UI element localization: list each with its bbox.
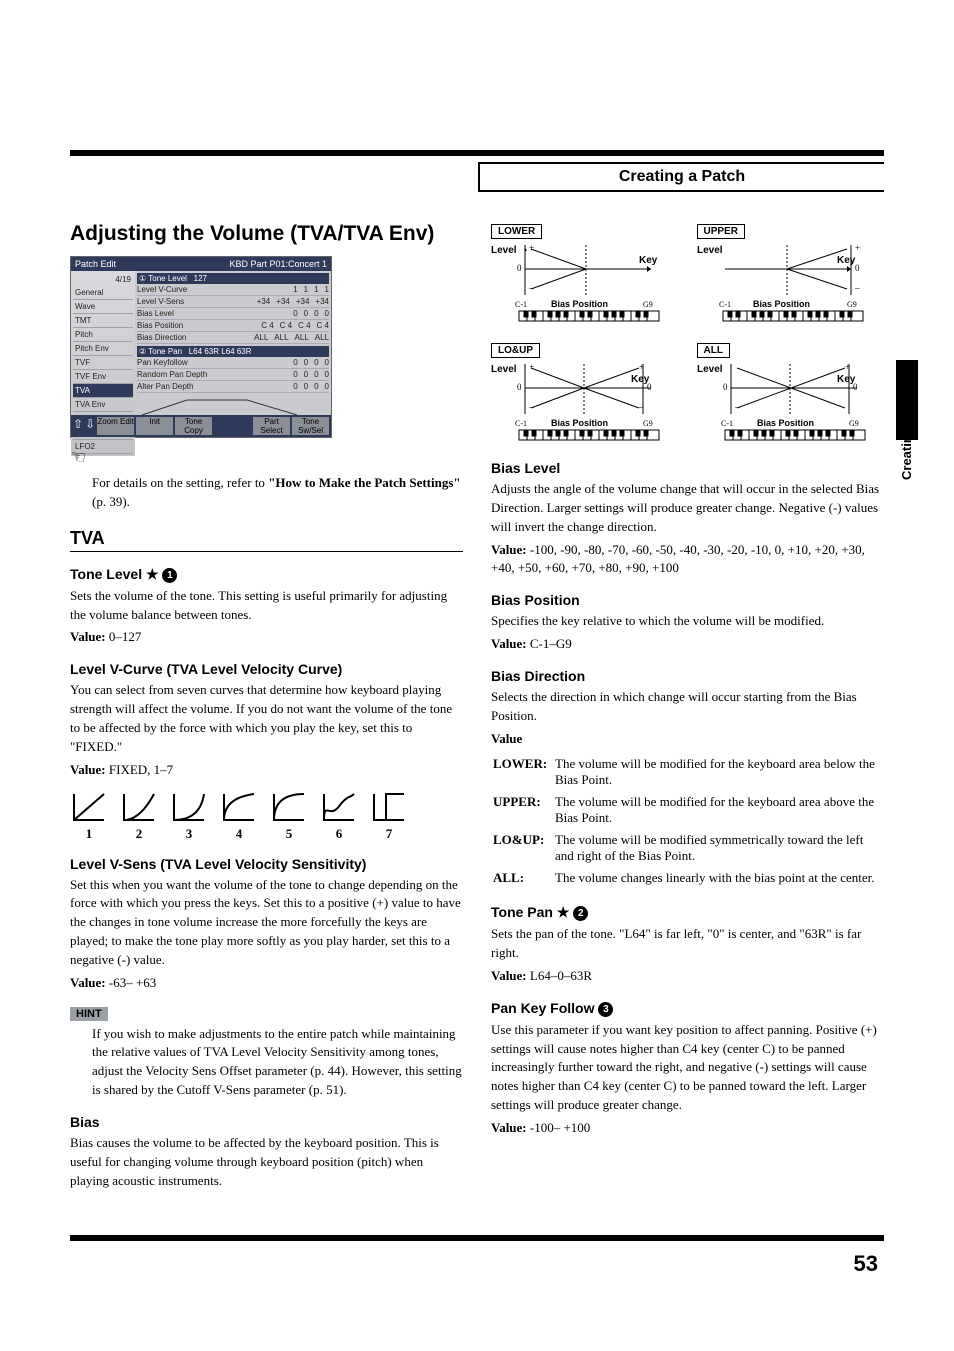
bias-direction-body: Selects the direction in which change wi… (491, 688, 884, 726)
header-title: Creating a Patch (478, 162, 884, 192)
side-tab: Creating a Patch (896, 280, 922, 480)
lvcurve-heading: Level V-Curve (TVA Level Velocity Curve) (70, 661, 463, 677)
tone-level-body: Sets the volume of the tone. This settin… (70, 587, 463, 625)
svg-text:0: 0 (855, 263, 860, 273)
svg-text:Level: Level (491, 364, 517, 375)
svg-text:Key: Key (639, 255, 658, 266)
pan-kf-body: Use this parameter if you want key posit… (491, 1021, 884, 1115)
bias-direction-heading: Bias Direction (491, 668, 884, 684)
bias-position-body: Specifies the key relative to which the … (491, 612, 884, 631)
bias-diagrams: LOWER Level + 0 – Key C-1 (491, 222, 884, 442)
svg-text:C-1: C-1 (515, 419, 527, 428)
svg-text:+: + (529, 243, 534, 253)
side-tab-label: Creating a Patch (899, 280, 914, 480)
tva-heading: TVA (70, 528, 463, 552)
svg-text:Key: Key (837, 255, 856, 266)
svg-text:Bias Position: Bias Position (551, 299, 608, 309)
svg-text:0: 0 (517, 382, 522, 392)
svg-text:C-1: C-1 (515, 300, 527, 309)
svg-text:Level: Level (697, 364, 723, 375)
bias-position-heading: Bias Position (491, 592, 884, 608)
section-heading: Adjusting the Volume (TVA/TVA Env) (70, 222, 463, 246)
svg-text:Bias Position: Bias Position (551, 418, 608, 428)
svg-text:Level: Level (491, 245, 517, 256)
svg-text:Level: Level (697, 245, 723, 256)
curve-diagrams: 1 2 3 4 5 6 7 (70, 790, 463, 842)
svg-text:0: 0 (517, 263, 522, 273)
hint-badge: HINT (70, 1007, 108, 1021)
tone-pan-body: Sets the pan of the tone. "L64" is far l… (491, 925, 884, 963)
pointing-hand-icon: ☞ (68, 443, 88, 472)
screenshot-title-left: Patch Edit (75, 259, 116, 269)
svg-text:+: + (855, 243, 860, 253)
svg-text:Key: Key (631, 374, 650, 385)
svg-text:–: – (854, 283, 860, 293)
svg-text:+: + (529, 362, 534, 372)
svg-text:G9: G9 (849, 419, 859, 428)
tone-level-heading: Tone Level ★ 1 (70, 566, 463, 583)
lvsens-body: Set this when you want the volume of the… (70, 876, 463, 970)
lvcurve-body: You can select from seven curves that de… (70, 681, 463, 756)
tone-pan-heading: Tone Pan ★ 2 (491, 904, 884, 921)
bias-level-heading: Bias Level (491, 460, 884, 476)
svg-text:Key: Key (837, 374, 856, 385)
svg-text:Bias Position: Bias Position (757, 418, 814, 428)
page-number: 53 (70, 1251, 884, 1277)
bias-direction-options: LOWER:The volume will be modified for th… (491, 752, 884, 890)
screenshot-title-right: KBD Part P01:Concert 1 (229, 259, 327, 269)
pan-kf-heading: Pan Key Follow 3 (491, 1000, 884, 1017)
svg-text:0: 0 (723, 382, 728, 392)
svg-text:C-1: C-1 (721, 419, 733, 428)
device-screenshot: Patch Edit KBD Part P01:Concert 1 4/19 G… (70, 256, 332, 438)
lvsens-heading: Level V-Sens (TVA Level Velocity Sensiti… (70, 856, 463, 872)
hint-body: If you wish to make adjustments to the e… (92, 1025, 463, 1100)
svg-text:G9: G9 (643, 300, 653, 309)
svg-text:G9: G9 (847, 300, 857, 309)
bias-level-body: Adjusts the angle of the volume change t… (491, 480, 884, 537)
svg-text:C-1: C-1 (719, 300, 731, 309)
svg-text:Bias Position: Bias Position (753, 299, 810, 309)
bias-heading: Bias (70, 1114, 463, 1130)
note-reference: For details on the setting, refer to "Ho… (92, 474, 463, 512)
svg-text:G9: G9 (643, 419, 653, 428)
bias-body: Bias causes the volume to be affected by… (70, 1134, 463, 1191)
